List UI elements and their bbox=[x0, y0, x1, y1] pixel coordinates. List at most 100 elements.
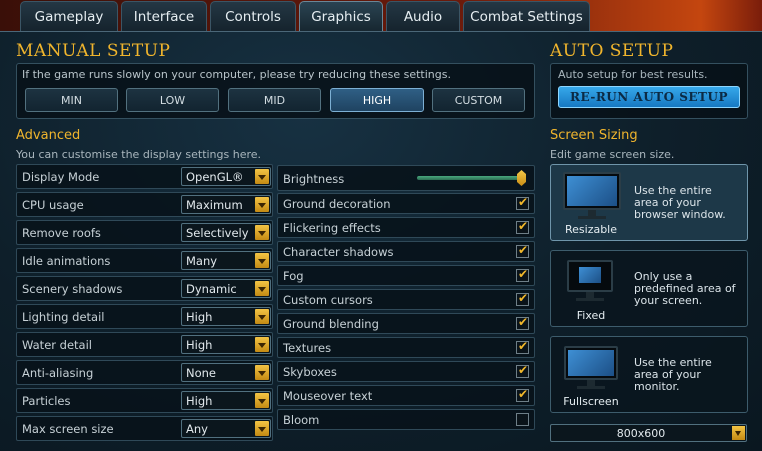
skyboxes-checkbox[interactable]: ✔ bbox=[516, 363, 529, 378]
setting-label: Display Mode bbox=[22, 170, 100, 184]
advanced-title: Advanced bbox=[16, 128, 81, 143]
slider-handle[interactable] bbox=[517, 170, 526, 186]
display-mode-dropdown[interactable]: OpenGL® bbox=[181, 167, 271, 186]
chevron-down-icon bbox=[732, 426, 745, 440]
particles-dropdown[interactable]: High bbox=[181, 391, 271, 410]
rerun-auto-setup-button[interactable]: RE-RUN AUTO SETUP bbox=[558, 86, 740, 108]
setting-label: Custom cursors bbox=[283, 293, 373, 307]
checkmark-icon: ✔ bbox=[518, 291, 529, 305]
screen-option-label: Resizable bbox=[564, 223, 618, 236]
chevron-down-icon bbox=[255, 169, 269, 184]
advanced-hint: You can customise the display settings h… bbox=[16, 148, 262, 161]
dropdown-value: Selectively bbox=[186, 226, 249, 240]
idle-animations-dropdown[interactable]: Many bbox=[181, 251, 271, 270]
setting-label: Scenery shadows bbox=[22, 282, 123, 296]
dropdown-value: Dynamic bbox=[186, 282, 237, 296]
setting-label: Lighting detail bbox=[22, 310, 105, 324]
manual-setup-hint: If the game runs slowly on your computer… bbox=[22, 68, 451, 81]
setting-remove-roofs: Remove roofs Selectively bbox=[16, 220, 273, 245]
screen-option-fixed[interactable]: Fixed Only use a predefined area of your… bbox=[550, 250, 748, 327]
setting-water-detail: Water detail High bbox=[16, 332, 273, 357]
tab-audio[interactable]: Audio bbox=[386, 1, 460, 31]
mouseover-text-checkbox[interactable]: ✔ bbox=[516, 387, 529, 402]
textures-checkbox[interactable]: ✔ bbox=[516, 339, 529, 354]
max-screen-size-dropdown[interactable]: Any bbox=[181, 419, 271, 438]
setting-label: Bloom bbox=[283, 413, 320, 427]
setting-fog: Fog ✔ bbox=[277, 265, 535, 286]
checkmark-icon: ✔ bbox=[518, 195, 529, 209]
tab-gameplay[interactable]: Gameplay bbox=[20, 1, 118, 31]
flickering-effects-checkbox[interactable]: ✔ bbox=[516, 219, 529, 234]
setting-mouseover-text: Mouseover text ✔ bbox=[277, 385, 535, 406]
dropdown-value: High bbox=[186, 394, 213, 408]
screen-option-description: Use the entire area of your monitor. bbox=[634, 356, 712, 393]
auto-setup-hint: Auto setup for best results. bbox=[558, 68, 708, 81]
scenery-shadows-dropdown[interactable]: Dynamic bbox=[181, 279, 271, 298]
tab-graphics[interactable]: Graphics bbox=[299, 1, 383, 32]
screen-sizing-hint: Edit game screen size. bbox=[550, 148, 675, 161]
setting-label: Max screen size bbox=[22, 422, 114, 436]
dropdown-value: High bbox=[186, 310, 213, 324]
tab-combat-settings[interactable]: Combat Settings bbox=[463, 1, 590, 31]
preset-low-button[interactable]: LOW bbox=[126, 88, 219, 112]
fog-checkbox[interactable]: ✔ bbox=[516, 267, 529, 282]
setting-brightness: Brightness bbox=[277, 165, 535, 191]
chevron-down-icon bbox=[255, 365, 269, 380]
dropdown-value: Maximum bbox=[186, 198, 243, 212]
checkmark-icon: ✔ bbox=[518, 339, 529, 353]
water-detail-dropdown[interactable]: High bbox=[181, 335, 271, 354]
setting-label: Textures bbox=[283, 341, 332, 355]
lighting-detail-dropdown[interactable]: High bbox=[181, 307, 271, 326]
bloom-checkbox[interactable]: ✔ bbox=[516, 413, 529, 426]
setting-label: Character shadows bbox=[283, 245, 394, 259]
setting-label: Water detail bbox=[22, 338, 92, 352]
tab-controls[interactable]: Controls bbox=[210, 1, 296, 31]
setting-bloom: Bloom ✔ bbox=[277, 409, 535, 430]
setting-custom-cursors: Custom cursors ✔ bbox=[277, 289, 535, 310]
dropdown-value: Many bbox=[186, 254, 218, 268]
screen-sizing-title: Screen Sizing bbox=[550, 128, 638, 143]
remove-roofs-dropdown[interactable]: Selectively bbox=[181, 223, 271, 242]
setting-label: Skyboxes bbox=[283, 365, 337, 379]
setting-cpu-usage: CPU usage Maximum bbox=[16, 192, 273, 217]
chevron-down-icon bbox=[255, 225, 269, 240]
chevron-down-icon bbox=[255, 337, 269, 352]
dropdown-value: High bbox=[186, 338, 213, 352]
resizable-monitor-icon bbox=[563, 172, 621, 210]
setting-lighting-detail: Lighting detail High bbox=[16, 304, 273, 329]
checkmark-icon: ✔ bbox=[518, 267, 529, 281]
ground-decoration-checkbox[interactable]: ✔ bbox=[516, 195, 529, 210]
setting-textures: Textures ✔ bbox=[277, 337, 535, 358]
character-shadows-checkbox[interactable]: ✔ bbox=[516, 243, 529, 258]
ground-blending-checkbox[interactable]: ✔ bbox=[516, 315, 529, 330]
screen-option-fullscreen[interactable]: Fullscreen Use the entire area of your m… bbox=[550, 336, 748, 413]
resolution-dropdown[interactable]: 800x600 bbox=[550, 424, 747, 442]
setting-idle-animations: Idle animations Many bbox=[16, 248, 273, 273]
setting-label: Remove roofs bbox=[22, 226, 101, 240]
dropdown-value: Any bbox=[186, 422, 208, 436]
fullscreen-monitor-icon bbox=[564, 346, 618, 380]
preset-min-button[interactable]: MIN bbox=[25, 88, 118, 112]
fixed-monitor-icon bbox=[567, 260, 613, 292]
setting-skyboxes: Skyboxes ✔ bbox=[277, 361, 535, 382]
anti-aliasing-dropdown[interactable]: None bbox=[181, 363, 271, 382]
screen-option-resizable[interactable]: Resizable Use the entire area of your br… bbox=[550, 164, 748, 241]
checkmark-icon: ✔ bbox=[518, 387, 529, 401]
screen-option-description: Only use a predefined area of your scree… bbox=[634, 270, 736, 307]
preset-mid-button[interactable]: MID bbox=[228, 88, 321, 112]
tab-bar: Gameplay Interface Controls Graphics Aud… bbox=[0, 0, 762, 32]
setting-character-shadows: Character shadows ✔ bbox=[277, 241, 535, 262]
setting-max-screen-size: Max screen size Any bbox=[16, 416, 273, 441]
cpu-usage-dropdown[interactable]: Maximum bbox=[181, 195, 271, 214]
setting-label: Fog bbox=[283, 269, 304, 283]
setting-label: Particles bbox=[22, 394, 71, 408]
checkmark-icon: ✔ bbox=[518, 243, 529, 257]
chevron-down-icon bbox=[255, 309, 269, 324]
setting-label: Anti-aliasing bbox=[22, 366, 94, 380]
preset-custom-button[interactable]: CUSTOM bbox=[432, 88, 525, 112]
tab-interface[interactable]: Interface bbox=[121, 1, 207, 31]
brightness-slider[interactable] bbox=[417, 170, 526, 186]
custom-cursors-checkbox[interactable]: ✔ bbox=[516, 291, 529, 306]
setting-ground-blending: Ground blending ✔ bbox=[277, 313, 535, 334]
preset-high-button[interactable]: HIGH bbox=[330, 88, 424, 112]
